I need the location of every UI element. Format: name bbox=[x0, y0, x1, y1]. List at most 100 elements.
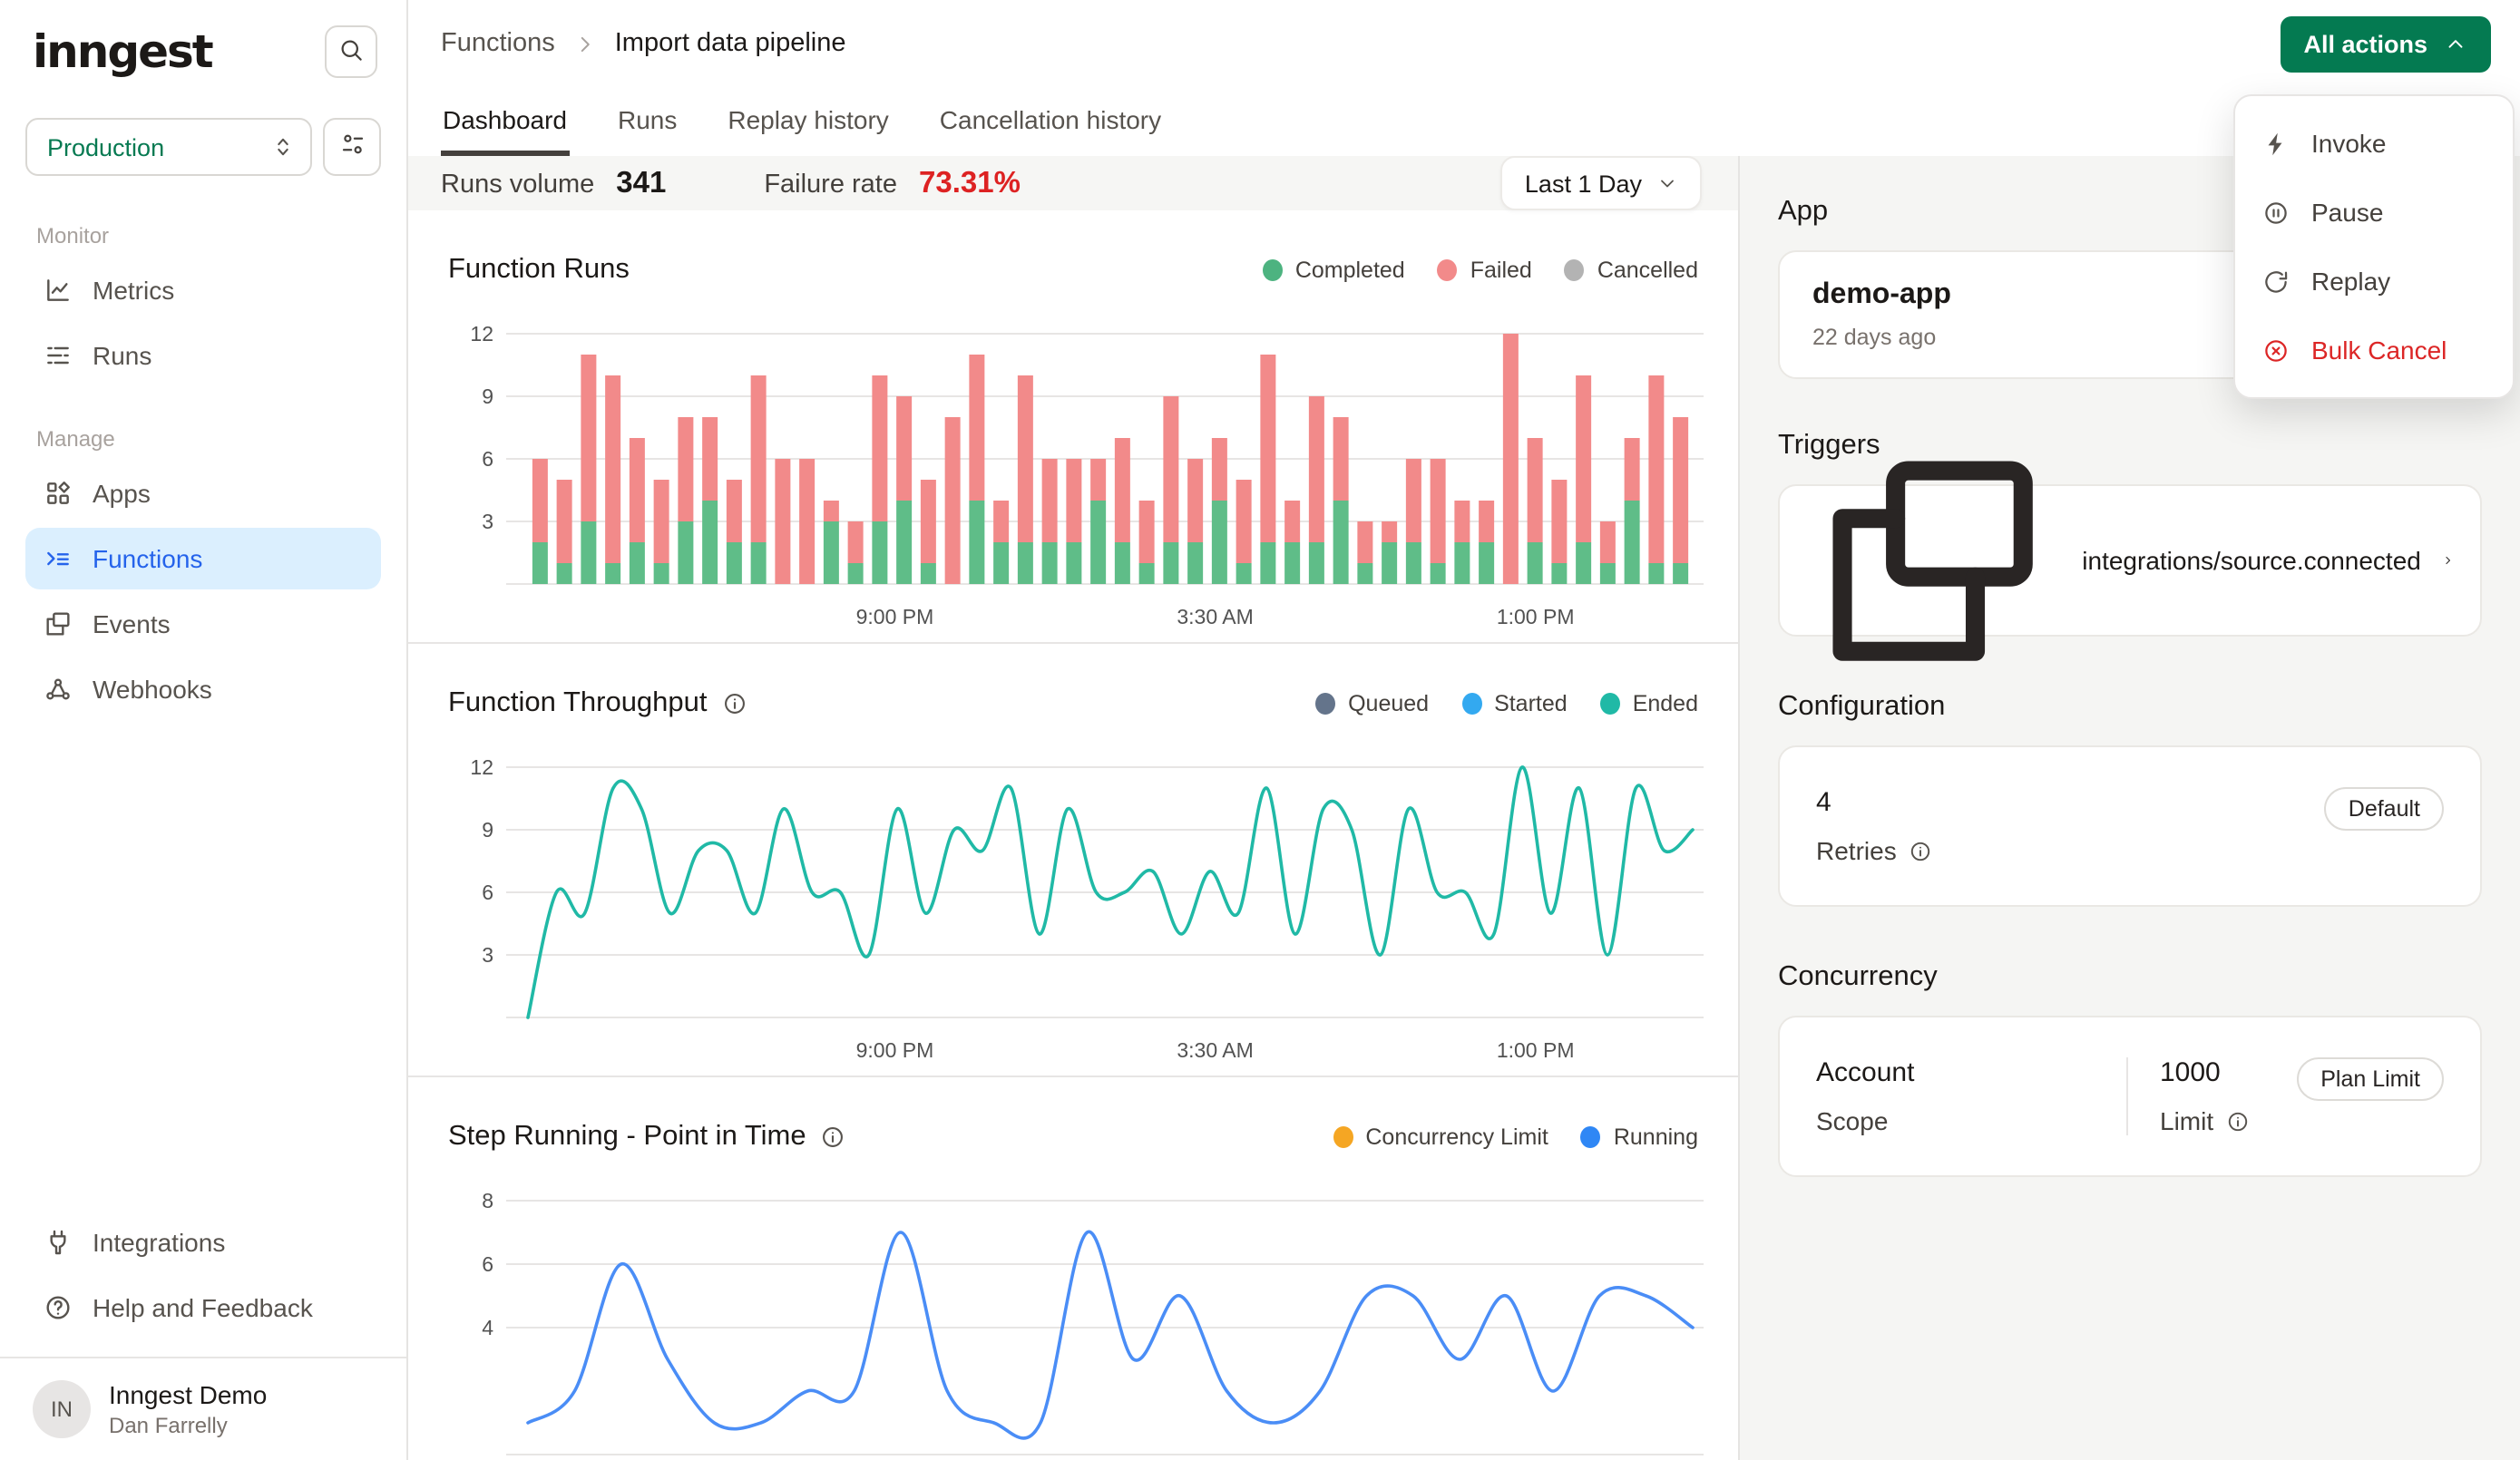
triggers-card: integrations/source.connected bbox=[1778, 484, 2482, 637]
breadcrumb-current: Import data pipeline bbox=[615, 29, 846, 58]
runs-volume-label: Runs volume bbox=[441, 170, 594, 199]
info-icon[interactable] bbox=[722, 691, 747, 716]
environment-value: Production bbox=[47, 133, 164, 161]
legend-running: Running bbox=[1581, 1124, 1698, 1150]
functions-icon bbox=[44, 544, 73, 573]
sidebar-item-help-and-feedback[interactable]: Help and Feedback bbox=[25, 1277, 381, 1338]
legend-dot bbox=[1333, 1126, 1353, 1148]
menu-item-bulk-cancel[interactable]: Bulk Cancel bbox=[2246, 316, 2502, 384]
inngest-logo[interactable]: inngest bbox=[33, 25, 212, 78]
chevron-updown-icon bbox=[270, 134, 296, 160]
menu-item-label: Replay bbox=[2311, 267, 2390, 296]
svg-text:3: 3 bbox=[482, 943, 493, 967]
menu-item-label: Bulk Cancel bbox=[2311, 336, 2447, 365]
manage-section-label: Manage bbox=[36, 426, 381, 452]
function-runs-card: Function Runs Completed Failed Cancelled 1… bbox=[408, 210, 1738, 642]
breadcrumb-functions[interactable]: Functions bbox=[441, 29, 555, 58]
all-actions-menu: InvokePause Replay Bulk Cancel bbox=[2233, 94, 2515, 399]
menu-item-invoke[interactable]: Invoke bbox=[2246, 109, 2502, 178]
sidebar-item-functions[interactable]: Functions bbox=[25, 528, 381, 589]
menu-item-pause[interactable]: Pause bbox=[2246, 178, 2502, 247]
svg-text:9:00 PM: 9:00 PM bbox=[856, 605, 934, 628]
concurrency-limit-value: 1000 bbox=[2160, 1057, 2250, 1088]
menu-item-replay[interactable]: Replay bbox=[2246, 247, 2502, 316]
svg-text:9: 9 bbox=[482, 818, 493, 842]
sidebar-item-runs[interactable]: Runs bbox=[25, 325, 381, 386]
bolt-icon bbox=[2262, 130, 2290, 157]
legend-dot bbox=[1263, 259, 1283, 281]
trigger-row[interactable]: integrations/source.connected bbox=[1805, 501, 2455, 620]
manage-nav: Apps FunctionsEventsWebhooks bbox=[25, 462, 381, 720]
legend-cancelled: Cancelled bbox=[1565, 258, 1698, 283]
concurrency-heading: Concurrency bbox=[1778, 961, 2482, 994]
info-icon[interactable] bbox=[2226, 1109, 2250, 1133]
function-throughput-chart: 129639:00 PM3:30 AM1:00 PM bbox=[448, 756, 1714, 1076]
configuration-heading: Configuration bbox=[1778, 691, 2482, 724]
tab-replay-history[interactable]: Replay history bbox=[726, 87, 890, 156]
svg-text:3:30 AM: 3:30 AM bbox=[1177, 1038, 1253, 1062]
legend-failed: Failed bbox=[1438, 258, 1532, 283]
environment-select[interactable]: Production bbox=[25, 118, 312, 176]
webhooks-icon bbox=[44, 675, 73, 704]
avatar: IN bbox=[33, 1380, 91, 1438]
tab-cancellation-history[interactable]: Cancellation history bbox=[938, 87, 1163, 156]
svg-text:12: 12 bbox=[470, 756, 493, 779]
metrics-icon bbox=[44, 276, 73, 305]
retries-default-badge: Default bbox=[2325, 787, 2444, 831]
tab-dashboard[interactable]: Dashboard bbox=[441, 87, 569, 156]
function-throughput-legend: QueuedStartedEnded bbox=[1315, 691, 1698, 716]
sidebar-item-label: Metrics bbox=[93, 276, 174, 305]
retries-value: 4 bbox=[1816, 787, 1933, 818]
runs-volume-value: 341 bbox=[616, 166, 666, 200]
concurrency-scope-label: Scope bbox=[1816, 1106, 1888, 1135]
sidebar: inngest Production Monitor Metrics Runs M… bbox=[0, 0, 408, 1460]
dashboard-charts: Runs volume 341 Failure rate 73.31% Last… bbox=[408, 156, 1738, 1460]
sidebar-item-label: Runs bbox=[93, 341, 151, 370]
all-actions-button[interactable]: All actions bbox=[2280, 15, 2491, 72]
tab-runs[interactable]: Runs bbox=[616, 87, 679, 156]
user-menu[interactable]: IN Inngest Demo Dan Farrelly bbox=[25, 1358, 381, 1442]
step-running-card: Step Running - Point in Time Concurrency… bbox=[408, 1076, 1738, 1460]
legend-queued: Queued bbox=[1315, 691, 1429, 716]
plan-limit-badge: Plan Limit bbox=[2297, 1057, 2444, 1101]
page-header: Functions Import data pipeline All actio… bbox=[408, 0, 2520, 156]
function-runs-title: Function Runs bbox=[448, 254, 630, 287]
help-icon bbox=[44, 1293, 73, 1322]
legend-dot bbox=[1438, 259, 1458, 281]
sidebar-item-webhooks[interactable]: Webhooks bbox=[25, 658, 381, 720]
monitor-section-label: Monitor bbox=[36, 223, 381, 248]
svg-text:6: 6 bbox=[482, 447, 493, 471]
legend-completed: Completed bbox=[1263, 258, 1405, 283]
legend-concurrency-limit: Concurrency Limit bbox=[1333, 1124, 1548, 1150]
plug-icon bbox=[44, 1228, 73, 1257]
sidebar-item-label: Apps bbox=[93, 479, 151, 508]
breadcrumb-chevron-icon bbox=[573, 32, 597, 55]
chevron-up-icon bbox=[2444, 32, 2467, 55]
legend-dot bbox=[1581, 1126, 1601, 1148]
legend-started: Started bbox=[1461, 691, 1568, 716]
user-name: Dan Farrelly bbox=[109, 1413, 267, 1438]
configuration-card: 4 Retries Default bbox=[1778, 745, 2482, 907]
monitor-nav: Metrics Runs bbox=[25, 259, 381, 386]
env-filter-button[interactable] bbox=[323, 118, 381, 176]
sidebar-item-metrics[interactable]: Metrics bbox=[25, 259, 381, 321]
info-icon[interactable] bbox=[821, 1124, 846, 1150]
time-range-select[interactable]: Last 1 Day bbox=[1501, 156, 1702, 210]
sidebar-item-integrations[interactable]: Integrations bbox=[25, 1212, 381, 1273]
sidebar-item-apps[interactable]: Apps bbox=[25, 462, 381, 524]
info-icon[interactable] bbox=[1910, 839, 1933, 862]
legend-dot bbox=[1315, 693, 1335, 715]
svg-text:1:00 PM: 1:00 PM bbox=[1497, 1038, 1575, 1062]
sidebar-item-label: Help and Feedback bbox=[93, 1293, 313, 1322]
svg-text:4: 4 bbox=[482, 1316, 493, 1339]
concurrency-limit-label: Limit bbox=[2160, 1106, 2213, 1135]
event-icon bbox=[1805, 433, 2060, 687]
svg-text:9:00 PM: 9:00 PM bbox=[856, 1038, 934, 1062]
svg-text:8: 8 bbox=[482, 1190, 493, 1212]
svg-text:3:30 AM: 3:30 AM bbox=[1177, 605, 1253, 628]
search-button[interactable] bbox=[325, 25, 377, 78]
chevron-right-icon bbox=[2443, 548, 2455, 573]
svg-text:1:00 PM: 1:00 PM bbox=[1497, 605, 1575, 628]
sidebar-item-events[interactable]: Events bbox=[25, 593, 381, 655]
app-window: inngest Production Monitor Metrics Runs M… bbox=[0, 0, 2520, 1460]
